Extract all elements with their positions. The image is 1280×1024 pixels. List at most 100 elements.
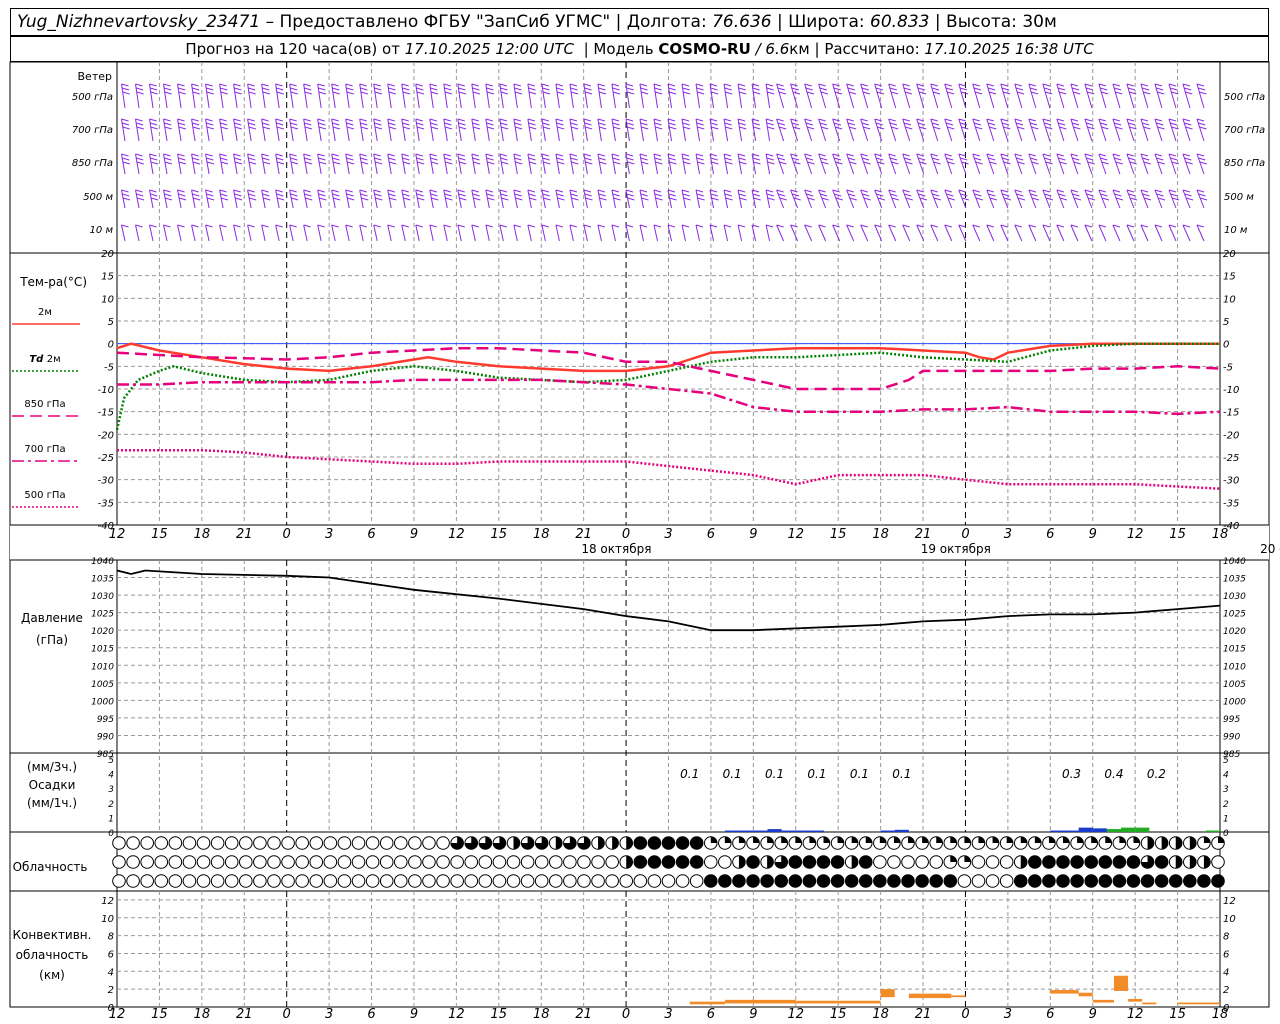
wind-barb-feather	[681, 83, 690, 87]
wind-barb-feather	[627, 197, 635, 201]
temp-tick-label: 20	[101, 249, 114, 260]
wind-barb-feather	[360, 91, 369, 95]
cloud-symbol-low	[196, 874, 211, 888]
cloud-fill-full	[887, 874, 901, 888]
wind-barb-feather	[1127, 87, 1136, 91]
wind-barb-feather	[136, 161, 145, 165]
wind-barb-feather	[486, 91, 495, 95]
wind-barb-feather	[501, 197, 509, 201]
wind-barb-staff	[653, 118, 658, 142]
wind-barb-feather	[262, 87, 270, 91]
wind-barb-feather	[738, 87, 746, 91]
wind-barb-feather	[164, 161, 173, 165]
wind-barb-feather	[875, 87, 883, 91]
wind-barb-feather	[626, 122, 634, 126]
pressure-tick-label: 1020	[1223, 627, 1246, 637]
hour-label: 0	[283, 527, 291, 542]
wind-barb-staff	[191, 153, 196, 175]
wind-barb-feather	[653, 118, 662, 122]
wind-barb-feather	[429, 189, 437, 193]
wind-barb-feather	[403, 161, 411, 165]
wind-barb-feather	[234, 122, 242, 126]
wind-barb-feather	[235, 197, 243, 201]
wind-barb-feather	[570, 122, 578, 126]
wind-barb-feather	[332, 122, 340, 126]
wind-barb-feather	[777, 87, 785, 91]
wind-barb-staff	[415, 189, 420, 209]
cloud-fill-partial	[1119, 836, 1126, 843]
wind-barb-feather	[1085, 87, 1094, 91]
wind-barb-feather	[346, 193, 354, 197]
cloud-symbol-high	[140, 836, 154, 850]
wind-barb-feather	[303, 189, 311, 193]
cloud-fill-full	[1042, 855, 1056, 869]
date-label: 18 октября	[581, 542, 651, 556]
cloud-fill-partial	[1203, 855, 1211, 869]
wind-barb-feather	[331, 83, 339, 87]
pressure-unit: (гПа)	[36, 633, 68, 647]
wind-barb-feather	[121, 153, 129, 157]
wind-barb-staff	[177, 118, 182, 142]
wind-barb-feather	[458, 87, 466, 91]
wind-barb-feather	[135, 153, 143, 157]
wind-barb-feather	[528, 91, 537, 95]
cloud-symbol-low	[140, 874, 154, 888]
cloud-fill-partial	[612, 836, 619, 850]
wind-barb-feather	[639, 83, 648, 87]
wind-barb-feather	[458, 122, 466, 126]
cloud-fill-partial	[964, 836, 971, 843]
wind-barb-feather	[458, 157, 466, 161]
wind-barb-staff	[499, 189, 504, 209]
precip-bar	[1078, 827, 1093, 832]
wind-barb-feather	[389, 161, 397, 165]
wind-barb-feather	[902, 83, 910, 87]
wind-barb-feather	[220, 157, 228, 161]
wind-barb-staff	[177, 224, 182, 242]
wind-barb-feather	[233, 189, 241, 193]
wind-barb-staff	[555, 83, 560, 109]
wind-barb-feather	[641, 91, 649, 95]
hour-label: 15	[1169, 1007, 1186, 1022]
conv-cloud-bar	[1113, 975, 1129, 991]
wind-barb-staff	[443, 224, 448, 242]
cloud-symbol-middle	[154, 855, 169, 869]
wind-barb-feather	[1056, 83, 1064, 87]
wind-barb-feather	[585, 197, 593, 201]
wind-barb-staff	[415, 83, 420, 109]
wind-barb-staff	[1070, 153, 1079, 175]
hour-label: 12	[787, 1007, 804, 1022]
wind-barb-feather	[767, 126, 775, 130]
cloud-symbol-low	[309, 874, 324, 888]
wind-barb-feather	[430, 157, 438, 161]
wind-barb-feather	[234, 157, 242, 161]
wind-barb-staff	[317, 189, 322, 209]
wind-barb-feather	[121, 189, 129, 193]
conv-tick-label: 12	[1223, 896, 1236, 907]
wind-barb-staff	[765, 83, 771, 109]
cloud-symbol-middle	[408, 855, 422, 869]
cloud-symbol-middle	[267, 855, 281, 869]
wind-barb-feather	[681, 189, 690, 193]
precip-tick-label: 5	[1223, 756, 1229, 766]
wind-barb-feather	[346, 161, 355, 165]
wind-barb-feather	[360, 87, 368, 91]
wind-barb-feather	[178, 126, 186, 130]
wind-barb-staff	[1154, 83, 1163, 109]
precip-bar	[880, 830, 895, 832]
wind-barb-staff	[177, 153, 182, 175]
wind-barb-feather	[262, 157, 270, 161]
wind-barb-staff	[611, 189, 616, 209]
pressure-line	[116, 569, 1221, 632]
wind-barb-staff	[401, 189, 406, 209]
wind-barb-feather	[555, 224, 564, 228]
cloud-fill-partial	[809, 836, 816, 843]
wind-barb-staff	[359, 118, 364, 142]
wind-barb-staff	[611, 153, 616, 175]
wind-barb-staff	[776, 153, 785, 175]
wind-barb-feather	[360, 157, 368, 161]
wind-barb-feather	[1003, 91, 1011, 95]
cloud-fill-full	[1070, 855, 1084, 869]
wind-barb-feather	[415, 153, 423, 157]
pressure-tick-label: 1040	[1223, 557, 1246, 567]
precip-bar	[894, 829, 909, 832]
